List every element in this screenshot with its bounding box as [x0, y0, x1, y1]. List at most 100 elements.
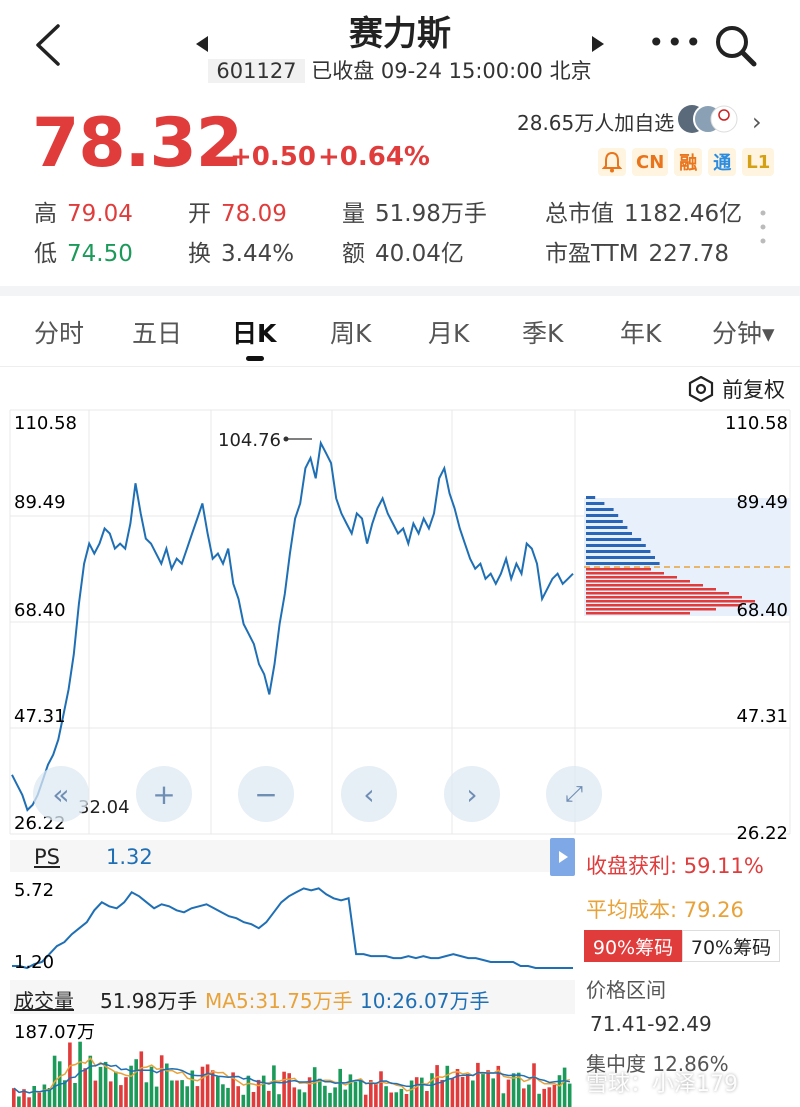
tab-weekly[interactable]: 周K: [330, 314, 371, 350]
y-tick-right-0: 110.58: [725, 413, 788, 434]
chip-bar-loss: [586, 588, 716, 591]
volume-bar: [180, 1080, 184, 1107]
badge-row: CN 融 通 L1: [598, 148, 775, 176]
volume-bar: [323, 1085, 327, 1107]
volume-bar: [425, 1091, 429, 1107]
price-change-pct: +0.64%: [318, 142, 430, 172]
badge-connect[interactable]: 通: [708, 148, 737, 176]
volume-bar: [562, 1067, 567, 1107]
expand-panel-icon[interactable]: [550, 838, 575, 876]
chip70-button[interactable]: 70%筹码: [682, 930, 780, 962]
chip-bar-profit: [586, 532, 632, 535]
volume-bar: [144, 1082, 149, 1107]
volume-bar: [312, 1067, 317, 1107]
tab-intraday[interactable]: 分时: [34, 314, 84, 350]
volume-bar: [261, 1075, 266, 1107]
tab-daily[interactable]: 日K: [232, 314, 276, 350]
badge-margin[interactable]: 融: [674, 148, 703, 176]
volume-bar: [491, 1078, 495, 1107]
active-tab-indicator: [246, 356, 264, 361]
follower-avatars[interactable]: [678, 102, 738, 136]
volume-bar: [455, 1069, 460, 1107]
volume-bar: [501, 1093, 506, 1107]
volume-bar: [108, 1081, 113, 1107]
volume-bar: [98, 1066, 103, 1107]
zoom-in-button[interactable]: +: [136, 766, 192, 822]
stat-open: 开 78.09: [188, 201, 287, 227]
ps-header: [10, 840, 575, 872]
volume-bar: [88, 1055, 93, 1107]
tab-monthly[interactable]: 月K: [428, 314, 469, 350]
volume-bar: [379, 1071, 383, 1107]
bell-icon[interactable]: [598, 148, 626, 176]
chip-bar-profit: [586, 520, 623, 523]
badge-cn[interactable]: CN: [632, 148, 669, 176]
tab-yearly[interactable]: 年K: [620, 314, 661, 350]
volume-bar: [420, 1077, 424, 1107]
next-stock-icon[interactable]: [590, 36, 604, 52]
tab-minute[interactable]: 分钟▾: [712, 314, 775, 350]
chip-bar-loss: [586, 584, 703, 587]
volume-bar: [17, 1096, 21, 1107]
ps-chart: 5.72 1.20: [12, 880, 573, 973]
tab-quarterly[interactable]: 季K: [522, 314, 563, 350]
volume-bar: [154, 1086, 159, 1107]
prev-stock-icon[interactable]: [196, 36, 210, 52]
scroll-left-button[interactable]: ‹: [341, 766, 397, 822]
search-icon[interactable]: [712, 22, 760, 70]
volume-label[interactable]: 成交量: [14, 985, 74, 1014]
tab-5day[interactable]: 五日: [132, 314, 182, 350]
price-range-label: 价格区间: [586, 978, 666, 1002]
volume-bar: [93, 1080, 98, 1107]
volume-bar: [170, 1080, 174, 1107]
stat-mktcap: 总市值 1182.46亿: [545, 201, 743, 227]
volume-bar: [114, 1071, 118, 1107]
y-tick-right-4: 26.22: [736, 823, 788, 844]
volume-chart: 187.07万: [12, 1022, 572, 1107]
scroll-right-button[interactable]: ›: [444, 766, 500, 822]
ps-indicator-label[interactable]: PS: [34, 845, 60, 869]
chip90-button[interactable]: 90%筹码: [584, 930, 682, 962]
volume-bar: [476, 1062, 480, 1107]
stock-code: 601127: [208, 59, 305, 83]
max-dot: [283, 436, 289, 442]
volume-bar: [348, 1074, 353, 1107]
ps-bottom-label: 1.20: [14, 952, 54, 973]
adjust-toggle[interactable]: 前复权: [688, 374, 785, 404]
volume-bar: [83, 1068, 87, 1107]
badge-level1[interactable]: L1: [742, 148, 775, 176]
volume-bar: [542, 1088, 546, 1107]
more-stats-icon[interactable]: [760, 210, 766, 244]
watermark: 雪球：小泽179: [586, 1072, 738, 1097]
volume-bar: [338, 1068, 342, 1107]
chip-bar-loss: [586, 600, 755, 603]
volume-bar: [460, 1077, 465, 1107]
y-tick-left-0: 110.58: [14, 413, 77, 434]
volume-bar: [527, 1084, 531, 1107]
zoom-start-button[interactable]: «: [33, 766, 89, 822]
adjust-label: 前复权: [722, 378, 785, 402]
followers-count[interactable]: 28.65万人加自选: [517, 107, 674, 136]
volume-bar: [73, 1083, 77, 1107]
volume-bar: [409, 1080, 414, 1107]
volume-bar: [353, 1081, 358, 1107]
chevron-right-icon[interactable]: ›: [752, 108, 762, 136]
zoom-out-button[interactable]: −: [238, 766, 294, 822]
ps-line: [12, 887, 573, 970]
stat-low: 低 74.50: [34, 241, 133, 267]
volume-bar: [272, 1065, 276, 1107]
volume-bar: [134, 1059, 138, 1107]
volume-bar: [251, 1092, 256, 1107]
y-tick-right-2: 68.40: [736, 600, 788, 621]
chip-bar-profit: [586, 556, 655, 559]
chip-bar-profit: [586, 526, 628, 529]
volume-bar: [384, 1086, 388, 1107]
fullscreen-button[interactable]: ⤢: [546, 766, 602, 822]
volume-bar: [297, 1089, 302, 1107]
volume-bar: [159, 1055, 164, 1107]
profit-ratio: 收盘获利: 59.11%: [586, 854, 764, 878]
volume-bar: [12, 1088, 16, 1107]
chip-bar-profit: [586, 496, 596, 499]
more-icon[interactable]: •••: [648, 26, 704, 59]
volume-bar: [236, 1086, 240, 1107]
